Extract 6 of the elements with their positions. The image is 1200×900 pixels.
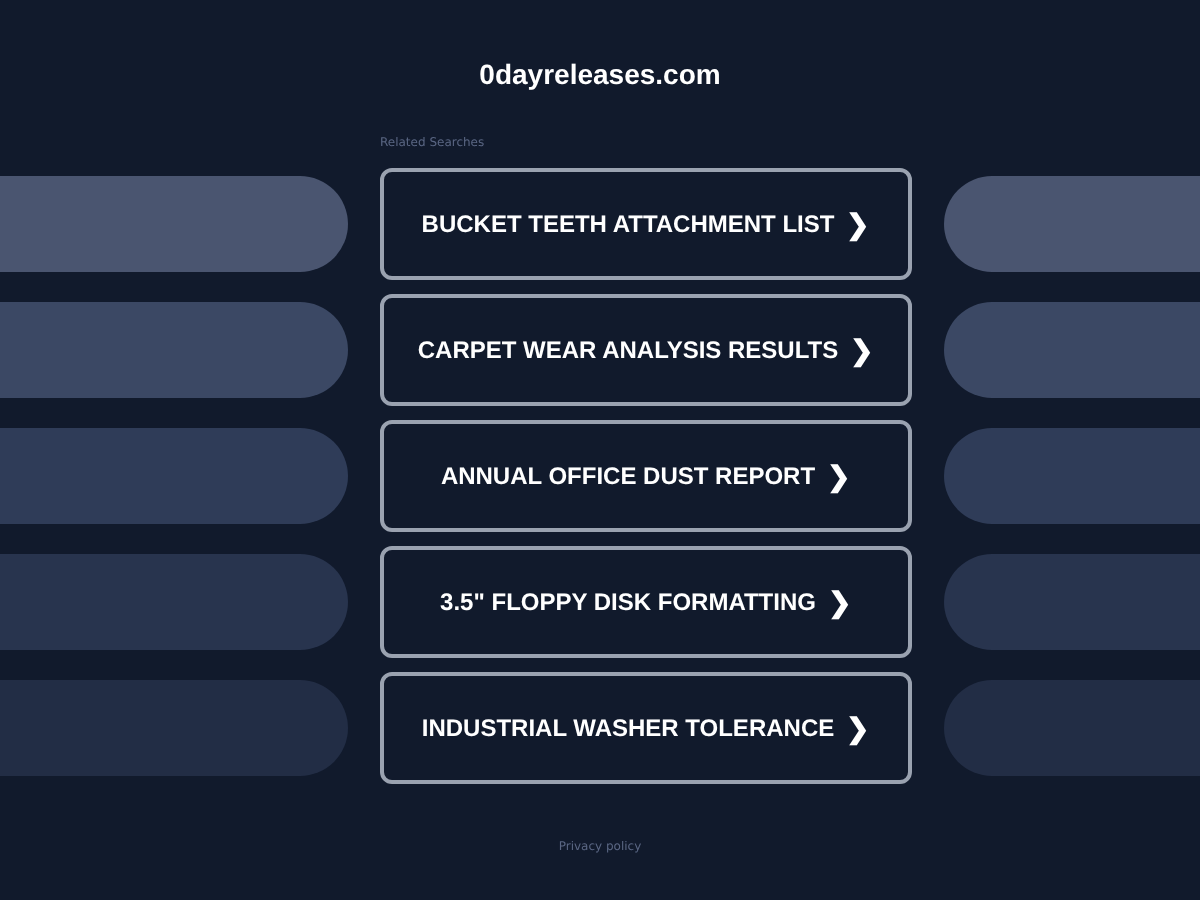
search-link-button[interactable]: CARPET WEAR ANALYSIS RESULTS ❯: [380, 294, 912, 406]
site-title: 0dayreleases.com: [479, 58, 721, 94]
search-link-button[interactable]: INDUSTRIAL WASHER TOLERANCE ❯: [380, 672, 912, 784]
search-link-button[interactable]: ANNUAL OFFICE DUST REPORT ❯: [380, 420, 912, 532]
search-link-button[interactable]: BUCKET TEETH ATTACHMENT LIST ❯: [380, 168, 912, 280]
search-link-button[interactable]: 3.5" FLOPPY DISK FORMATTING ❯: [380, 546, 912, 658]
